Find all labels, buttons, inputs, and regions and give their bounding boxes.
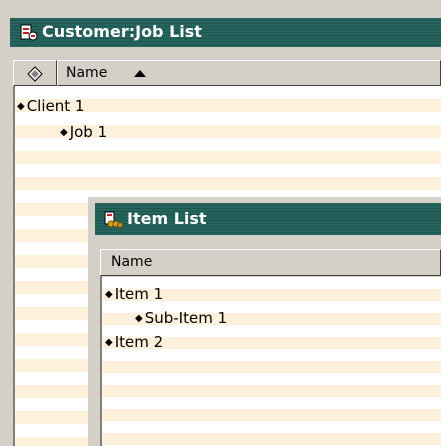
customer-job-list-header: Name [13,60,441,86]
bullet-icon: ◆ [105,337,113,348]
list-item-label: Job 1 [69,123,108,141]
list-border [13,86,15,446]
customer-job-list-title: Customer:Job List [42,22,202,41]
sort-ascending-icon [134,70,146,77]
list-item-label: Item 1 [114,285,164,303]
bullet-icon: ◆ [17,101,25,112]
diamond-icon [27,66,43,86]
name-column-label: Name [66,65,108,81]
customer-job-list-titlebar[interactable]: Customer:Job List [10,18,441,47]
list-item[interactable]: ◆ Item 1 [105,284,163,304]
list-item[interactable]: ◆ Item 2 [105,332,163,352]
customer-job-icon [20,24,38,46]
name-column-header[interactable]: Name [100,249,441,276]
item-list-titlebar[interactable]: Item List [95,203,441,235]
item-list-icon [103,211,123,233]
list-item-label: Client 1 [26,97,85,115]
list-item-label: Item 2 [114,333,164,351]
list-item[interactable]: ◆ Job 1 [60,122,107,142]
list-item[interactable]: ◆ Sub-Item 1 [135,308,227,328]
item-list-title: Item List [127,209,207,228]
item-list-window: Item List Name ◆ Item 1 ◆ Sub-Item 1 ◆ Item… [88,197,441,446]
item-list-header: Name [100,249,441,276]
list-border [100,276,102,446]
bullet-icon: ◆ [135,313,143,324]
list-item-label: Sub-Item 1 [144,309,228,327]
name-column-label: Name [111,254,153,270]
bullet-icon: ◆ [60,127,68,138]
marker-column-header[interactable] [13,60,57,86]
bullet-icon: ◆ [105,289,113,300]
list-item[interactable]: ◆ Client 1 [17,96,84,116]
name-column-header[interactable]: Name [57,60,441,86]
